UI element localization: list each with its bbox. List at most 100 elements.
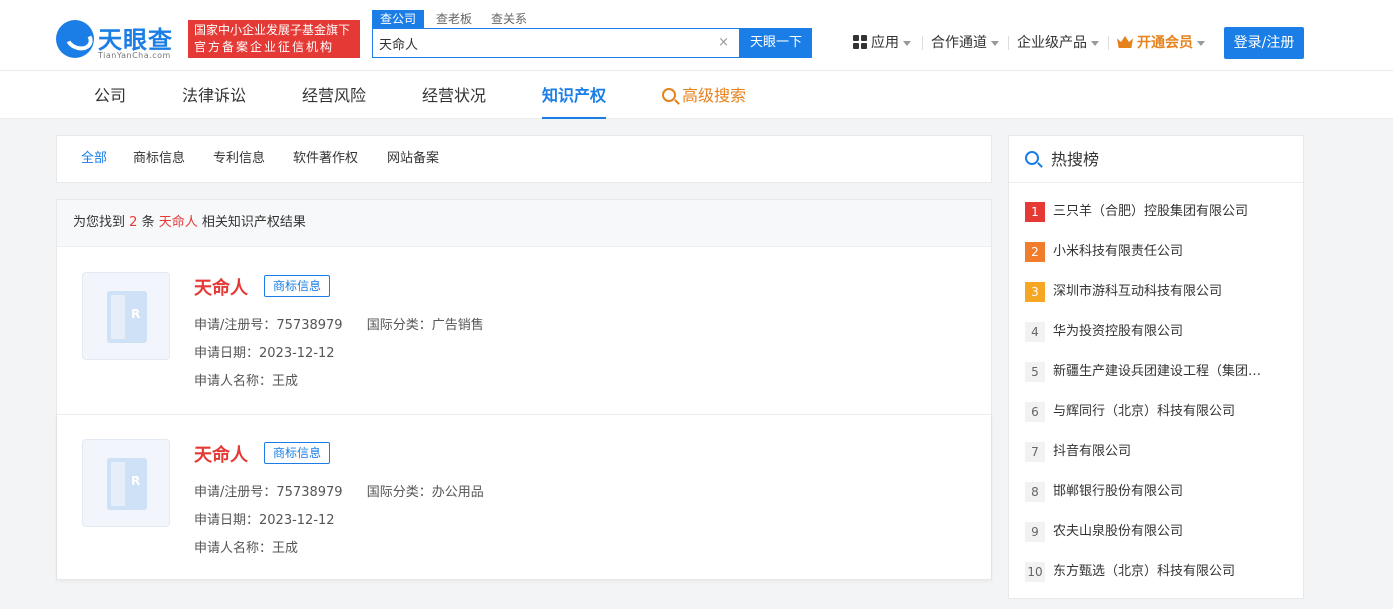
filter-website[interactable]: 网站备案 xyxy=(387,136,439,182)
official-badge: 国家中小企业发展子基金旗下 官方备案企业征信机构 xyxy=(188,20,360,58)
applicant-value: 王成 xyxy=(272,541,299,556)
hot-search-header: 热搜榜 xyxy=(1009,136,1303,183)
result-summary: 为您找到 2 条 天命人 相关知识产权结果 xyxy=(57,200,991,247)
login-register-button[interactable]: 登录/注册 xyxy=(1224,27,1304,59)
nav-legal[interactable]: 法律诉讼 xyxy=(182,71,246,119)
vip-menu[interactable]: 开通会员 xyxy=(1117,33,1205,53)
hot-search-title: 热搜榜 xyxy=(1051,150,1100,169)
reg-label: 申请/注册号： xyxy=(194,318,277,333)
apps-menu[interactable]: 应用 xyxy=(853,33,911,53)
hot-item[interactable]: 2 小米科技有限责任公司 xyxy=(1025,240,1295,264)
search-icon xyxy=(1025,151,1039,165)
logo[interactable]: 天眼查 TianYanCha.com xyxy=(56,20,186,60)
advanced-search-label: 高级搜索 xyxy=(682,86,747,105)
search-input[interactable] xyxy=(379,33,709,53)
nav-advanced-search[interactable]: 高级搜索 xyxy=(662,71,746,119)
class-value: 广告销售 xyxy=(431,318,484,333)
search-box: × xyxy=(372,28,740,58)
hot-item[interactable]: 8 邯郸银行股份有限公司 xyxy=(1025,480,1295,504)
result-count: 2 xyxy=(129,215,138,230)
hot-item[interactable]: 5 新疆生产建设兵团建设工程（集团… xyxy=(1025,360,1295,384)
badge-line-1: 国家中小企业发展子基金旗下 xyxy=(194,23,351,37)
chevron-down-icon xyxy=(1197,40,1205,46)
rank-badge: 4 xyxy=(1025,322,1045,342)
hot-company-name[interactable]: 深圳市游科互动科技有限公司 xyxy=(1053,280,1285,304)
reg-and-class-line: 申请/注册号：75738979 国际分类：广告销售 xyxy=(194,314,484,333)
result-card: 为您找到 2 条 天命人 相关知识产权结果 天命人 商标信息 申请/注册号：75… xyxy=(56,199,992,580)
filter-software-copyright[interactable]: 软件著作权 xyxy=(293,136,358,182)
applicant-label: 申请人名称： xyxy=(194,374,273,389)
hot-company-name[interactable]: 华为投资控股有限公司 xyxy=(1053,320,1285,344)
search-button[interactable]: 天眼一下 xyxy=(740,28,812,58)
divider xyxy=(922,36,923,50)
trademark-book-icon xyxy=(107,291,147,343)
nav-risk[interactable]: 经营风险 xyxy=(302,71,366,119)
reg-number: 75738979 xyxy=(276,318,343,333)
top-header: 天眼查 TianYanCha.com 国家中小企业发展子基金旗下 官方备案企业征… xyxy=(0,0,1393,71)
date-value: 2023-12-12 xyxy=(259,513,335,528)
search-tab-company[interactable]: 查公司 xyxy=(372,10,425,28)
hot-company-name[interactable]: 东方甄选（北京）科技有限公司 xyxy=(1053,560,1285,584)
search-tab-boss[interactable]: 查老板 xyxy=(428,10,480,28)
summary-unit: 条 xyxy=(141,215,155,230)
filter-trademark[interactable]: 商标信息 xyxy=(133,136,185,182)
reg-and-class-line: 申请/注册号：75738979 国际分类：办公用品 xyxy=(194,481,484,500)
search-tab-relation[interactable]: 查关系 xyxy=(483,10,535,28)
reg-label: 申请/注册号： xyxy=(194,485,277,500)
rank-badge: 10 xyxy=(1025,562,1045,582)
hot-item[interactable]: 6 与辉同行（北京）科技有限公司 xyxy=(1025,400,1295,424)
trademark-name[interactable]: 天命人 xyxy=(194,441,248,467)
trademark-image[interactable] xyxy=(82,439,170,527)
date-label: 申请日期： xyxy=(194,346,260,361)
trademark-image[interactable] xyxy=(82,272,170,360)
badge-line-2: 官方备案企业征信机构 xyxy=(194,40,335,54)
applicant-label: 申请人名称： xyxy=(194,541,273,556)
rank-badge: 6 xyxy=(1025,402,1045,422)
hot-item[interactable]: 9 农夫山泉股份有限公司 xyxy=(1025,520,1295,544)
reg-number: 75738979 xyxy=(276,485,343,500)
trademark-tag: 商标信息 xyxy=(264,442,331,464)
hot-company-name[interactable]: 邯郸银行股份有限公司 xyxy=(1053,480,1285,504)
nav-company[interactable]: 公司 xyxy=(94,71,126,119)
hot-company-name[interactable]: 三只羊（合肥）控股集团有限公司 xyxy=(1053,200,1285,224)
date-line: 申请日期：2023-12-12 xyxy=(194,342,335,361)
rank-badge: 3 xyxy=(1025,282,1045,302)
summary-prefix: 为您找到 xyxy=(73,215,126,230)
hot-item[interactable]: 7 抖音有限公司 xyxy=(1025,440,1295,464)
divider xyxy=(1108,36,1109,50)
date-value: 2023-12-12 xyxy=(259,346,335,361)
clear-icon[interactable]: × xyxy=(718,35,729,50)
result-item[interactable]: 天命人 商标信息 申请/注册号：75738979 国际分类：办公用品 申请日期：… xyxy=(57,414,991,580)
hot-company-name[interactable]: 农夫山泉股份有限公司 xyxy=(1053,520,1285,544)
main-nav: 公司 法律诉讼 经营风险 经营状况 知识产权 高级搜索 xyxy=(0,71,1393,119)
hot-item[interactable]: 1 三只羊（合肥）控股集团有限公司 xyxy=(1025,200,1295,224)
cooperation-label: 合作通道 xyxy=(931,35,987,51)
filter-all[interactable]: 全部 xyxy=(81,136,107,182)
enterprise-menu[interactable]: 企业级产品 xyxy=(1017,33,1099,53)
chevron-down-icon xyxy=(991,40,999,46)
apps-label: 应用 xyxy=(871,35,899,51)
applicant-line: 申请人名称：王成 xyxy=(194,370,298,389)
hot-item[interactable]: 10 东方甄选（北京）科技有限公司 xyxy=(1025,560,1295,584)
class-label: 国际分类： xyxy=(366,318,432,333)
hot-company-name[interactable]: 小米科技有限责任公司 xyxy=(1053,240,1285,264)
apps-grid-icon xyxy=(853,35,867,49)
result-item[interactable]: 天命人 商标信息 申请/注册号：75738979 国际分类：广告销售 申请日期：… xyxy=(57,248,991,414)
summary-suffix: 相关知识产权结果 xyxy=(201,215,306,230)
divider xyxy=(1008,36,1009,50)
search-icon xyxy=(662,88,676,102)
hot-company-name[interactable]: 抖音有限公司 xyxy=(1053,440,1285,464)
applicant-value: 王成 xyxy=(272,374,299,389)
cooperation-menu[interactable]: 合作通道 xyxy=(931,33,999,53)
hot-company-name[interactable]: 与辉同行（北京）科技有限公司 xyxy=(1053,400,1285,424)
trademark-name[interactable]: 天命人 xyxy=(194,274,248,300)
logo-name: 天眼查 xyxy=(98,26,173,54)
nav-operation[interactable]: 经营状况 xyxy=(422,71,486,119)
nav-ip[interactable]: 知识产权 xyxy=(542,71,607,119)
filter-patent[interactable]: 专利信息 xyxy=(213,136,265,182)
hot-item[interactable]: 4 华为投资控股有限公司 xyxy=(1025,320,1295,344)
hot-company-name[interactable]: 新疆生产建设兵团建设工程（集团… xyxy=(1053,360,1285,384)
enterprise-label: 企业级产品 xyxy=(1017,35,1087,51)
date-line: 申请日期：2023-12-12 xyxy=(194,509,335,528)
hot-item[interactable]: 3 深圳市游科互动科技有限公司 xyxy=(1025,280,1295,304)
